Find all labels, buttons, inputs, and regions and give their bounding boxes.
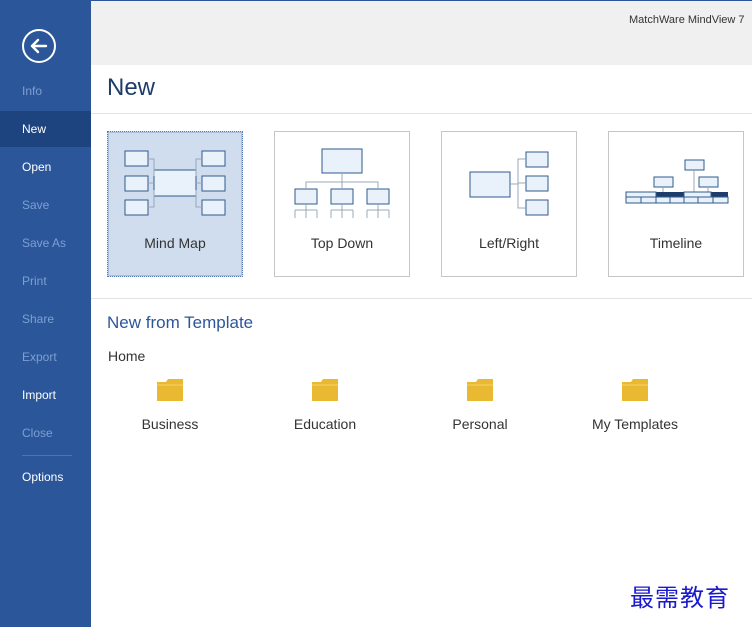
nav-open[interactable]: Open <box>0 149 91 185</box>
nav-divider <box>22 455 72 456</box>
nav-close[interactable]: Close <box>0 415 91 451</box>
left-right-diagram-icon <box>469 151 549 216</box>
template-label: Left/Right <box>479 235 539 251</box>
folder-label: Personal <box>452 416 508 432</box>
template-label: Mind Map <box>144 235 206 251</box>
nav-save[interactable]: Save <box>0 187 91 223</box>
nav-save-as[interactable]: Save As <box>0 225 91 261</box>
arrow-left-icon <box>30 38 48 54</box>
title-bar: MatchWare MindView 7 <box>91 0 752 65</box>
page-title: New <box>107 74 156 101</box>
folder-icon <box>157 379 183 401</box>
template-label: Top Down <box>310 235 374 251</box>
backstage-sidebar: Info New Open Save Save As Print Share E… <box>0 0 91 627</box>
folder-icon <box>622 379 648 401</box>
page-header: New <box>91 65 752 114</box>
section-title: New from Template <box>107 313 254 332</box>
nav-export[interactable]: Export <box>0 339 91 375</box>
app-title: MatchWare MindView 7 <box>629 14 745 26</box>
nav-import[interactable]: Import <box>0 377 91 413</box>
nav-new[interactable]: New <box>0 111 91 147</box>
template-left-right[interactable]: Left/Right <box>441 131 577 277</box>
nav-options[interactable]: Options <box>0 459 91 495</box>
nav-print[interactable]: Print <box>0 263 91 299</box>
folder-icon <box>467 379 493 401</box>
template-label: Timeline <box>649 235 703 251</box>
section-divider <box>91 298 752 299</box>
folder-personal[interactable]: Personal <box>415 378 545 438</box>
mind-map-diagram-icon <box>124 150 226 216</box>
back-button[interactable] <box>22 29 56 63</box>
folder-my-templates[interactable]: My Templates <box>570 378 700 438</box>
breadcrumb[interactable]: Home <box>108 348 145 364</box>
folder-icon <box>312 379 338 401</box>
folder-label: Business <box>141 416 199 432</box>
folder-label: Education <box>293 416 357 432</box>
folder-business[interactable]: Business <box>105 378 235 438</box>
folder-label: My Templates <box>591 416 679 432</box>
timeline-diagram-icon <box>625 159 729 204</box>
folder-education[interactable]: Education <box>260 378 390 438</box>
nav-share[interactable]: Share <box>0 301 91 337</box>
template-mind-map[interactable]: Mind Map <box>107 131 243 277</box>
watermark: 最需教育 <box>630 584 730 612</box>
nav-info[interactable]: Info <box>0 73 91 109</box>
template-top-down[interactable]: Top Down <box>274 131 410 277</box>
template-timeline[interactable]: Timeline <box>608 131 744 277</box>
top-down-diagram-icon <box>294 148 390 218</box>
